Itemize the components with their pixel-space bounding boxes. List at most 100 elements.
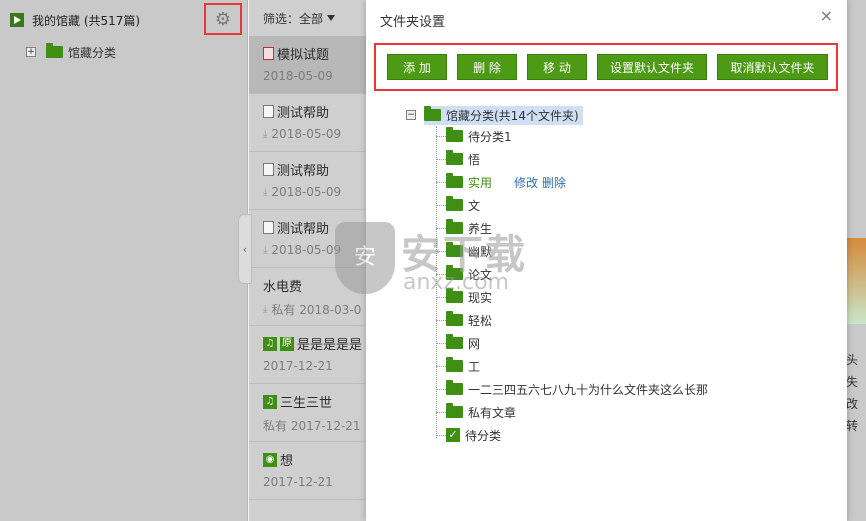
settings-button[interactable]: ⚙ [204,3,242,35]
tree-connector [436,227,446,229]
tree-item[interactable]: 待分类1 [436,125,512,147]
filter-label: 筛选： [263,11,300,26]
tree-item[interactable]: ✓ 待分类 [436,424,501,446]
tree-item-label: 悟 [468,152,481,167]
collapse-handle[interactable]: ‹ [238,214,252,284]
original-badge: 原 [280,336,294,351]
edit-link[interactable]: 修改 [514,176,538,190]
tree-item-label: 一二三四五六七八九十为什么文件夹这么长那 [468,382,709,397]
list-item[interactable]: ◉ 想 2017-12-21 [249,442,366,500]
film-icon: ◉ [263,452,277,467]
delete-button[interactable]: 删 除 [457,54,517,80]
tree-item[interactable]: 文 [436,194,480,216]
tree-item[interactable]: 悟 [436,148,480,170]
folder-icon [446,357,463,372]
tree-item[interactable]: 私有文章 [436,401,516,423]
collapse-icon[interactable]: − [406,110,416,120]
folder-icon [446,127,463,142]
doc-icon [263,221,274,234]
download-icon: ⤓ [263,304,268,315]
filter-dropdown[interactable]: 筛选： 全部 [249,0,366,36]
tree-connector [436,434,446,436]
item-date: 2017-12-21 [263,359,333,373]
item-title: 测试帮助 [277,106,330,121]
backdrop-line: 改转 [846,397,859,433]
list-item[interactable]: ♫ 原是是是是是 2017-12-21 [249,326,366,384]
folder-icon [446,242,463,257]
item-title: 模拟试题 [277,48,330,63]
tree-item-label: 文 [468,198,481,213]
checked-folder-icon: ✓ [446,428,460,442]
tree-connector [436,388,446,390]
item-date: 私有 2018-03-0 [271,303,362,317]
tree-item[interactable]: 现实 [436,286,492,308]
expand-icon[interactable]: + [26,47,36,57]
unset-default-folder-button[interactable]: 取消默认文件夹 [717,54,828,80]
item-title: 想 [280,454,294,469]
folder-open-icon [424,106,441,121]
article-list: 筛选： 全部 模拟试题 2018-05-09 测试帮助 ⤓ 2018-05-09 … [249,0,366,521]
backdrop-text: 头失 改转 [846,349,866,437]
tree-item-label: 工 [468,359,481,374]
tree-connector [436,273,446,275]
doc-icon [263,163,274,176]
list-item[interactable]: 模拟试题 2018-05-09 [249,36,366,94]
move-button[interactable]: 移 动 [527,54,587,80]
tree-item-label: 轻松 [468,313,493,328]
tree-item[interactable]: 轻松 [436,309,492,331]
download-icon: ⤓ [263,128,268,140]
folder-icon [446,265,463,280]
tree-item[interactable]: 工 [436,355,480,377]
folder-icon [446,311,463,326]
delete-link[interactable]: 删除 [542,176,566,190]
tree-item[interactable]: 网 [436,332,480,354]
folder-icon [446,150,463,165]
play-icon [10,13,24,27]
item-date: 2017-12-21 [263,475,333,489]
folder-icon [446,173,463,188]
download-icon: ⤓ [263,186,268,198]
tree-root-label[interactable]: 馆藏分类(共14个文件夹) [424,105,583,125]
folder-settings-dialog: 文件夹设置 × 添 加 删 除 移 动 设置默认文件夹 取消默认文件夹 − 馆藏… [366,0,847,521]
item-date: 2018-05-09 [263,69,333,83]
add-button[interactable]: 添 加 [387,54,447,80]
folder-icon [446,334,463,349]
folder-icon [446,380,463,395]
list-item[interactable]: 测试帮助 ⤓ 2018-05-09 [249,94,366,152]
list-item[interactable]: ♫ 三生三世 私有 2017-12-21 [249,384,366,442]
list-item[interactable]: 测试帮助 ⤓ 2018-05-09 [249,210,366,268]
item-title: 测试帮助 [277,222,330,237]
set-default-folder-button[interactable]: 设置默认文件夹 [597,54,707,80]
tree-connector [436,319,446,321]
dialog-title: 文件夹设置 [380,15,446,30]
gear-icon: ⚙ [214,8,232,30]
tree-connector [436,158,446,160]
item-date: 2018-05-09 [271,127,342,141]
tree-connector [436,250,446,252]
tree-item-selected[interactable]: 实用 修改 删除 [436,171,570,193]
chevron-down-icon [327,15,336,21]
list-item[interactable]: 测试帮助 ⤓ 2018-05-09 [249,152,366,210]
tree-connector [436,365,446,367]
button-toolbar: 添 加 删 除 移 动 设置默认文件夹 取消默认文件夹 [374,43,838,91]
tree-connector [436,204,446,206]
list-item[interactable]: 水电费 ⤓ 私有 2018-03-0 [249,268,366,326]
tree-item[interactable]: 论文 [436,263,492,285]
music-icon: ♫ [263,336,277,351]
tree-item-actions: 修改 删除 [514,174,570,191]
item-date: 2018-05-09 [271,185,342,199]
tree-item[interactable]: 一二三四五六七八九十为什么文件夹这么长那 [436,378,708,400]
item-title: 三生三世 [280,396,333,411]
doc-icon [263,105,274,118]
filter-value: 全部 [299,11,324,26]
tree-root[interactable]: − 馆藏分类(共14个文件夹) [406,104,583,126]
tree-connector [436,135,446,137]
tree-item[interactable]: 养生 [436,217,492,239]
tree-item[interactable]: 幽默 [436,240,492,262]
sidebar: 我的馆藏 (共517篇) + 馆藏分类 [0,0,248,521]
item-title: 是是是是是 [297,338,363,353]
tree-connector [436,342,446,344]
close-icon[interactable]: × [820,6,833,25]
tree-item-label: 论文 [468,267,493,282]
sidebar-folder-root[interactable]: + 馆藏分类 [0,40,247,64]
